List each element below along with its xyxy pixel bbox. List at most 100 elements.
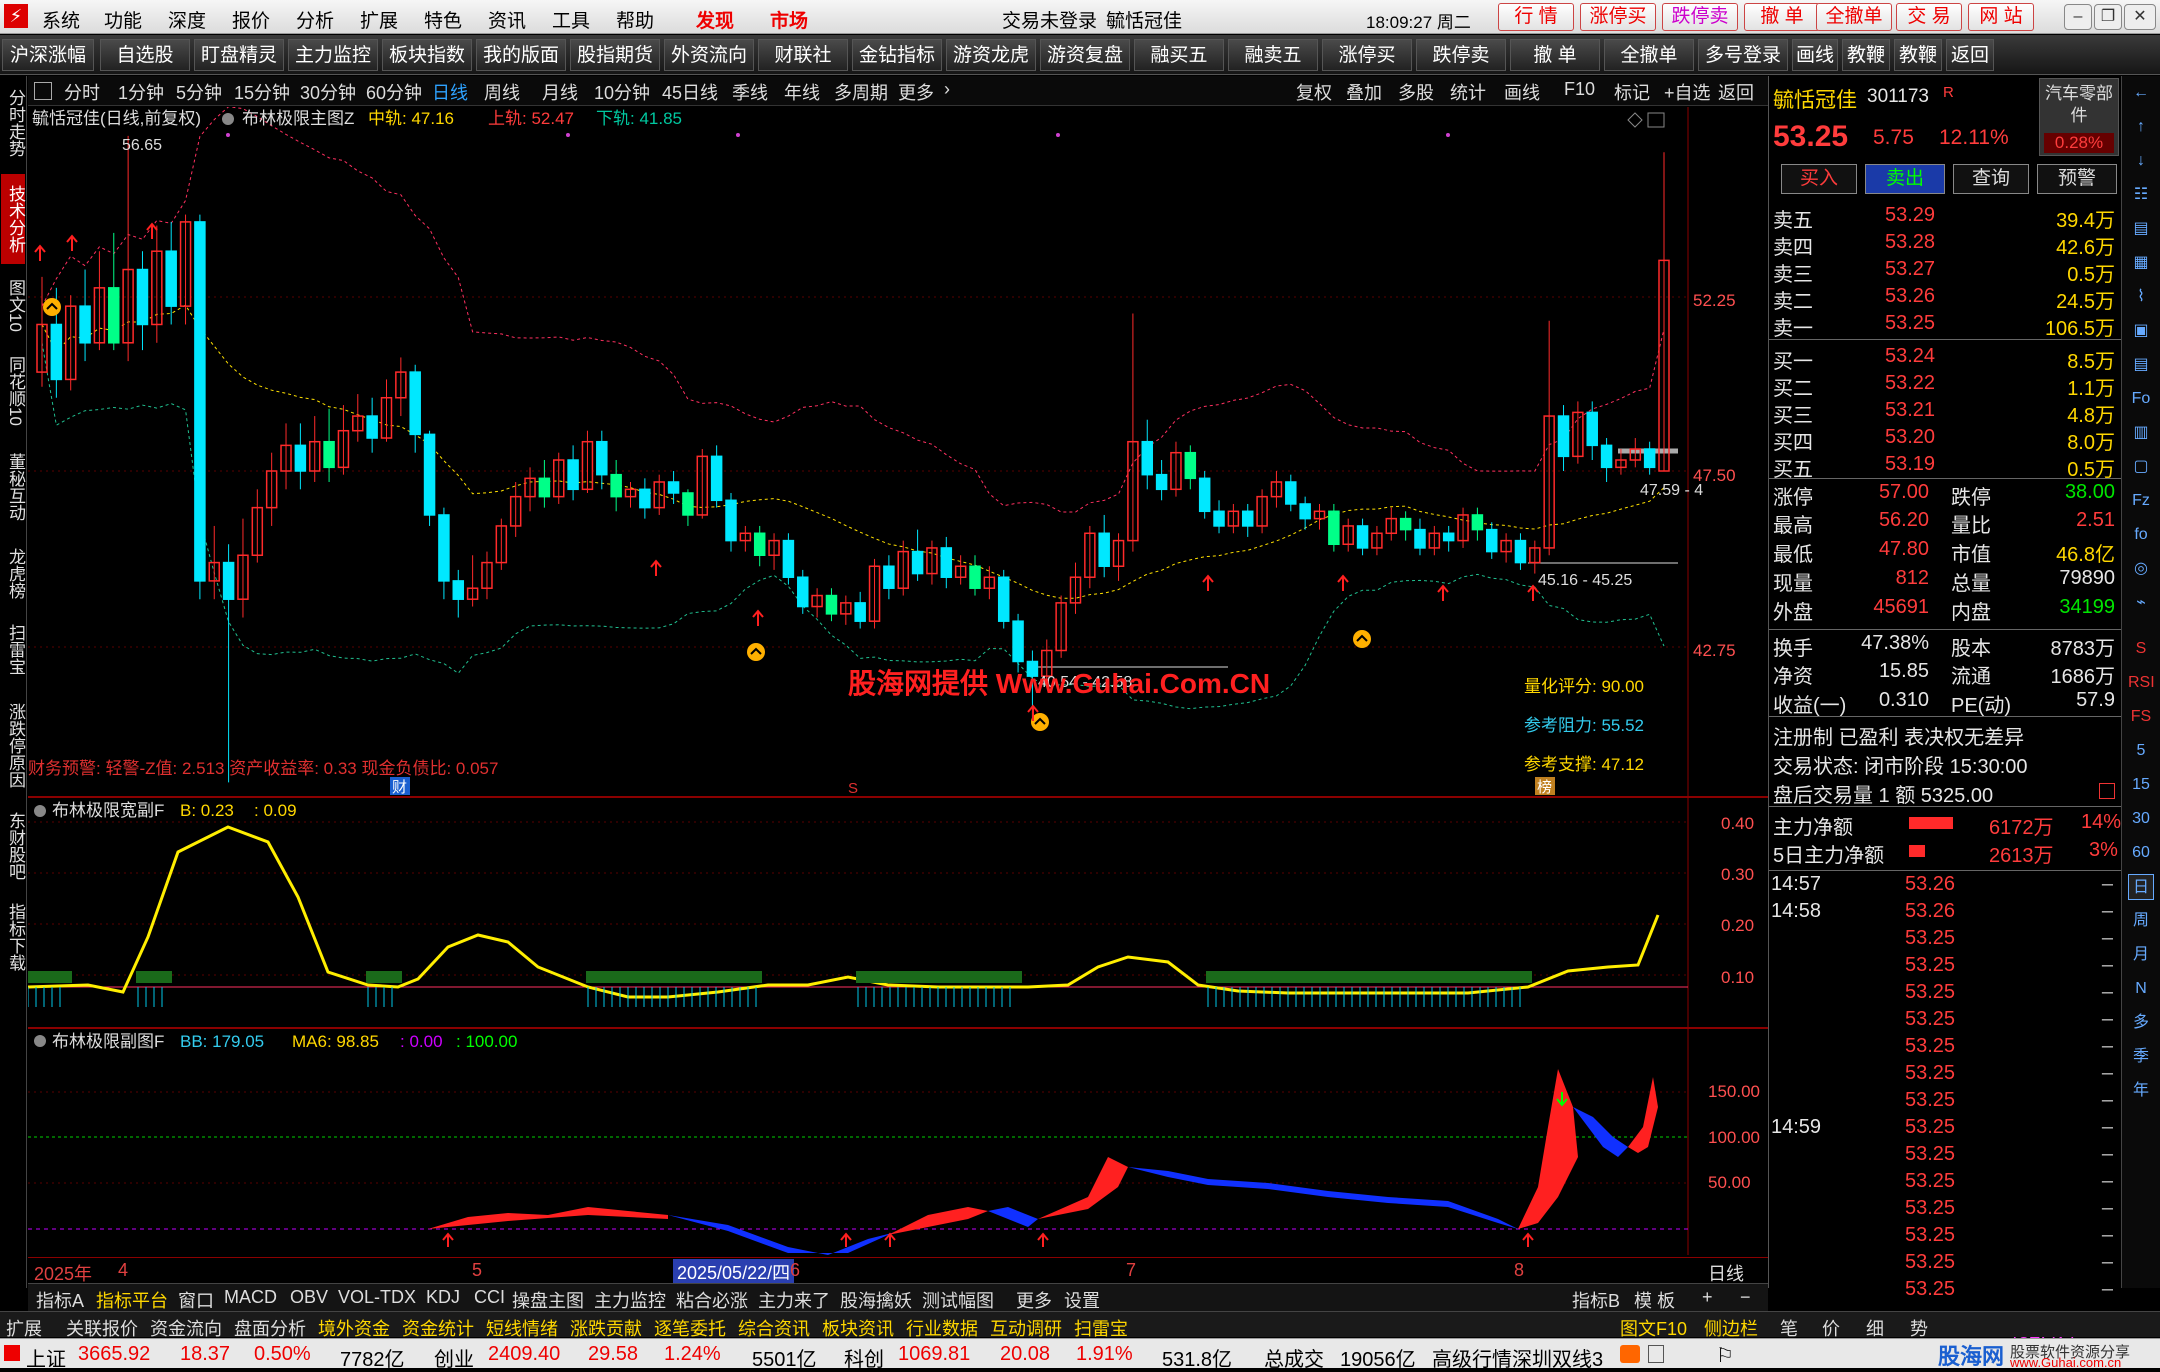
chart-tool-5[interactable]: F10 — [1564, 79, 1595, 100]
chart-tool-4[interactable]: 画线 — [1504, 79, 1540, 105]
chart-tool-0[interactable]: 复权 — [1296, 79, 1332, 105]
nav-icon-15[interactable]: ⌁ — [2128, 590, 2154, 616]
period-9[interactable]: 10分钟 — [594, 79, 650, 105]
toolbar-button-5[interactable]: 我的版面 — [476, 39, 566, 71]
toolbar-button-1[interactable]: 自选股 — [100, 39, 190, 71]
period-11[interactable]: 季线 — [732, 79, 768, 105]
left-tab-2[interactable]: 图文10 — [1, 270, 25, 340]
toolbar-button-20[interactable]: 教鞭A — [1842, 39, 1890, 98]
nav-period-10[interactable]: N — [2128, 976, 2154, 1002]
chart-area[interactable]: 毓恬冠佳(日线,前复权) 布林极限主图Z 中轨: 47.16 上轨: 52.47… — [26, 106, 1768, 1258]
menu-discover[interactable]: 发现 — [696, 6, 734, 33]
website-button[interactable]: 网 站 — [1968, 3, 2034, 31]
toolbar-button-18[interactable]: 多号登录 — [1698, 39, 1788, 71]
period-1[interactable]: 1分钟 — [118, 79, 164, 105]
indicator-tab-right-0[interactable]: 指标B — [1572, 1287, 1620, 1313]
indicator-tab-13[interactable]: 测试幅图 — [922, 1287, 994, 1313]
kline-chart-svg[interactable]: 毓恬冠佳(日线,前复权) 布林极限主图Z 中轨: 47.16 上轨: 52.47… — [26, 106, 1768, 1258]
panel-toggle-icon[interactable] — [34, 82, 52, 100]
left-tab-8[interactable]: 东财股吧 — [1, 806, 25, 886]
nav-period-5[interactable]: 30 — [2128, 806, 2154, 832]
nav-icon-4[interactable]: ▤ — [2128, 216, 2154, 242]
nav-icon-5[interactable]: ▦ — [2128, 250, 2154, 276]
menu-help[interactable]: 帮助 — [616, 6, 654, 33]
nav-period-13[interactable]: 年 — [2128, 1078, 2154, 1104]
menu-analysis[interactable]: 分析 — [296, 6, 334, 33]
menu-news[interactable]: 资讯 — [488, 6, 526, 33]
ask-row[interactable]: 卖四 53.28 42.6万 — [1769, 229, 2121, 259]
nav-period-3[interactable]: 5 — [2128, 738, 2154, 764]
toolbar-button-19[interactable]: 画线 — [1792, 39, 1838, 71]
chart-tool-2[interactable]: 多股 — [1398, 79, 1434, 105]
toolbar-button-16[interactable]: 撤 单 — [1510, 39, 1600, 71]
menu-feature[interactable]: 特色 — [424, 6, 462, 33]
app-logo-icon[interactable]: ⚡ — [4, 4, 28, 28]
period-0[interactable]: 分时 — [64, 79, 100, 105]
toolbar-button-4[interactable]: 板块指数 — [382, 39, 472, 71]
period-13[interactable]: 多周期 — [834, 79, 888, 105]
minimize-icon[interactable]: – — [2064, 4, 2092, 30]
nav-period-12[interactable]: 季 — [2128, 1044, 2154, 1070]
menu-quote[interactable]: 报价 — [232, 6, 270, 33]
toolbar-button-11[interactable]: 游资复盘 — [1040, 39, 1130, 71]
nav-icon-12[interactable]: Fz — [2128, 488, 2154, 514]
toolbar-button-3[interactable]: 主力监控 — [288, 39, 378, 71]
indicator-tab-6[interactable]: KDJ — [426, 1287, 460, 1308]
tick-list[interactable]: 14:57 53.26 – 14:58 53.26 – 53.25 – 53.25 – 53.25 –… — [1769, 870, 2121, 1370]
nav-icon-2[interactable]: ↓ — [2128, 148, 2154, 174]
ask-row[interactable]: 卖五 53.29 39.4万 — [1769, 202, 2121, 232]
menu-tools[interactable]: 工具 — [552, 6, 590, 33]
sector-box[interactable]: 汽车零部件 0.28% — [2039, 78, 2119, 156]
restore-icon[interactable]: ❐ — [2094, 4, 2122, 30]
indicator-tab-14[interactable]: 更多 — [1016, 1287, 1052, 1313]
trade-button[interactable]: 交 易 — [1896, 3, 1962, 31]
left-tab-9[interactable]: 指标下载 — [1, 892, 25, 982]
toolbar-button-21[interactable]: 教鞭B — [1894, 39, 1942, 98]
period-12[interactable]: 年线 — [784, 79, 820, 105]
nav-icon-13[interactable]: fo — [2128, 522, 2154, 548]
bid-row[interactable]: 买三 53.21 4.8万 — [1769, 397, 2121, 427]
indicator-tab-9[interactable]: 主力监控 — [594, 1287, 666, 1313]
nav-icon-11[interactable]: ▢ — [2128, 454, 2154, 480]
lock-icon[interactable]: ⚐ — [1716, 1343, 1734, 1368]
left-tab-0[interactable]: 分时走势 — [1, 78, 25, 168]
indicator-tab-15[interactable]: 设置 — [1064, 1287, 1100, 1313]
nav-period-7[interactable]: 日 — [2128, 874, 2154, 900]
nav-period-1[interactable]: RSI — [2128, 670, 2155, 696]
nav-period-9[interactable]: 月 — [2128, 942, 2154, 968]
indicator-tab-right-1[interactable]: 模 板 — [1634, 1287, 1675, 1313]
toolbar-button-15[interactable]: 跌停卖 — [1416, 39, 1506, 71]
cancel-order-button[interactable]: 撤 单 — [1744, 3, 1820, 31]
query-button[interactable]: 查询 — [1953, 164, 2029, 194]
indicator-tab-10[interactable]: 粘合必涨 — [676, 1287, 748, 1313]
ask-row[interactable]: 卖二 53.26 24.5万 — [1769, 283, 2121, 313]
toolbar-button-14[interactable]: 涨停买 — [1322, 39, 1412, 71]
menu-market[interactable]: 市场 — [770, 6, 808, 33]
toolbar-button-8[interactable]: 财联社 — [758, 39, 848, 71]
left-tab-4[interactable]: 董秘互动 — [1, 442, 25, 532]
nav-period-11[interactable]: 多 — [2128, 1010, 2154, 1036]
nav-icon-8[interactable]: ▤ — [2128, 352, 2154, 378]
chart-tool-1[interactable]: 叠加 — [1346, 79, 1382, 105]
chart-mini-icon[interactable] — [2099, 783, 2115, 799]
nav-period-0[interactable]: S — [2128, 636, 2154, 662]
cancel-all-button[interactable]: 全撤单 — [1816, 3, 1892, 31]
toolbar-button-9[interactable]: 金钻指标 — [852, 39, 942, 71]
period-4[interactable]: 30分钟 — [300, 79, 356, 105]
nav-period-6[interactable]: 60 — [2128, 840, 2154, 866]
nav-icon-0[interactable]: ← — [2128, 80, 2154, 106]
indicator-tab-7[interactable]: CCI — [474, 1287, 505, 1308]
chart-tool-3[interactable]: 统计 — [1450, 79, 1486, 105]
limit-down-sell-button[interactable]: 跌停卖 — [1662, 3, 1738, 31]
menu-function[interactable]: 功能 — [104, 6, 142, 33]
indicator-tab-11[interactable]: 主力来了 — [758, 1287, 830, 1313]
period-10[interactable]: 45日线 — [662, 79, 718, 105]
menu-extend[interactable]: 扩展 — [360, 6, 398, 33]
left-tab-1[interactable]: 技术分析 — [1, 174, 25, 264]
left-tab-6[interactable]: 扫雷宝 — [1, 614, 25, 684]
left-tab-7[interactable]: 涨跌停原因 — [1, 690, 25, 800]
toolbar-button-13[interactable]: 融卖五 — [1228, 39, 1318, 71]
nav-icon-7[interactable]: ▣ — [2128, 318, 2154, 344]
alert-button[interactable]: 预警 — [2037, 164, 2117, 194]
toolbar-button-10[interactable]: 游资龙虎 — [946, 39, 1036, 71]
